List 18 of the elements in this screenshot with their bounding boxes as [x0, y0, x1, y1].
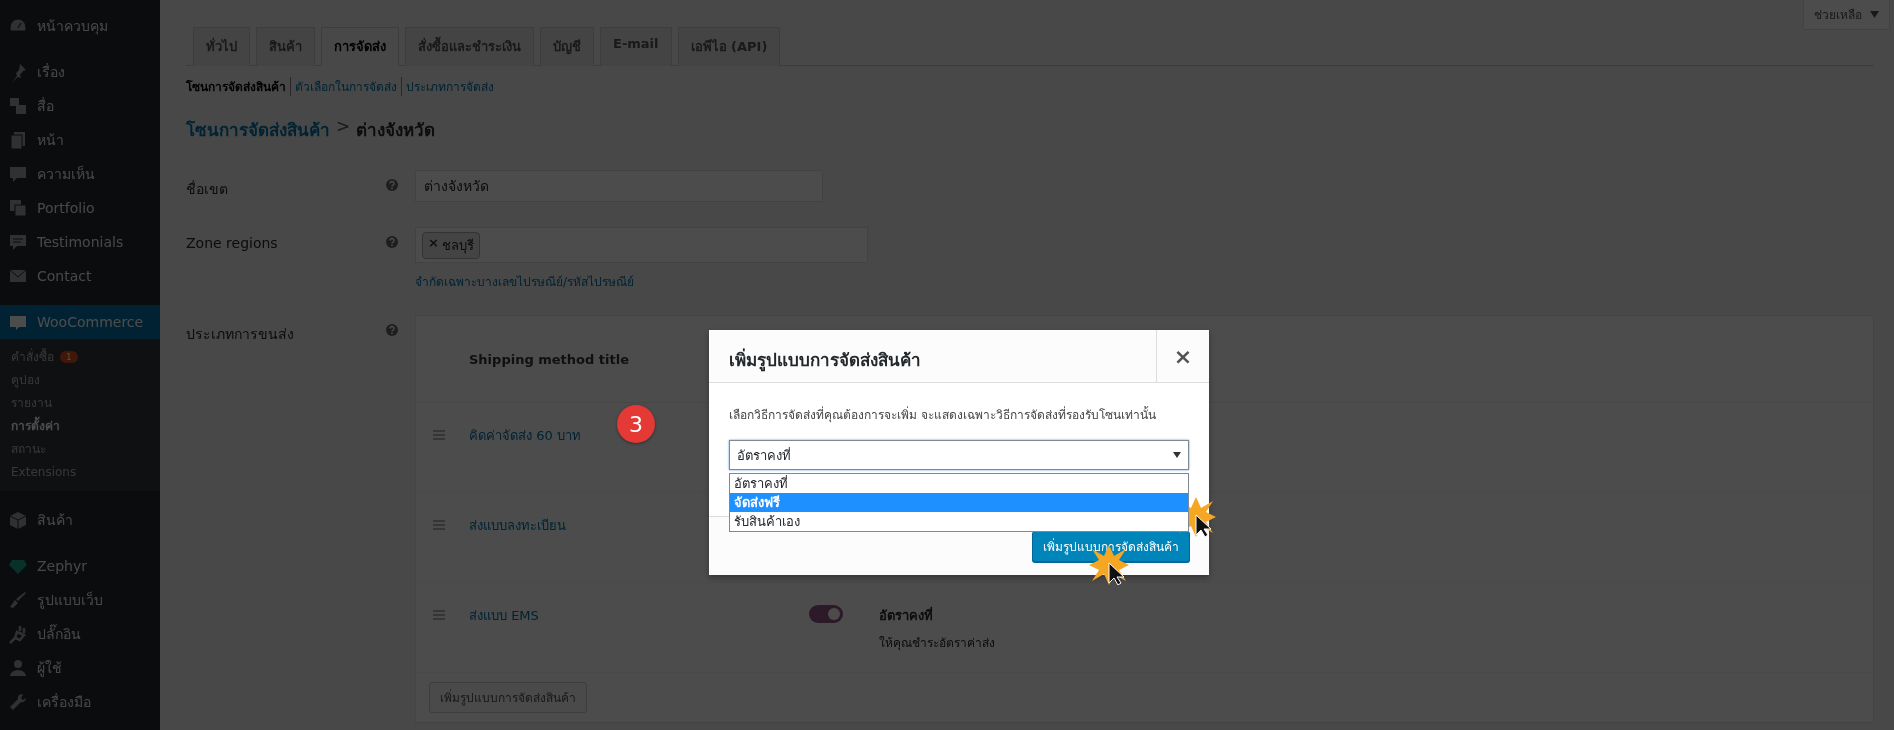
- modal-title: เพิ่มรูปแบบการจัดส่งสินค้า: [728, 347, 922, 374]
- method-name: อัตราคงที่: [879, 605, 934, 625]
- field-label: Zone regions: [186, 234, 279, 251]
- dropdown-option[interactable]: อัตราคงที่: [730, 474, 1188, 493]
- caret-icon: [1173, 452, 1181, 458]
- postcode-limit-link[interactable]: จำกัดเฉพาะบางเลขไปรษณีย์/รหัสไปรษณีย์: [415, 272, 635, 291]
- modal-description: เลือกวิธีการจัดส่งที่คุณต้องการจะเพิ่ม จะแสดงเฉพาะวิธีการจัดส่งที่รองรับโซนเท่านั้น: [729, 405, 1157, 424]
- field-label: ชื่อเขต: [186, 179, 229, 199]
- region-tag: ชลบุรี: [441, 234, 474, 256]
- breadcrumb-separator: >: [336, 116, 351, 138]
- method-description: ให้คุณชำระอัตราค่าส่ง: [879, 635, 996, 652]
- dropdown-option[interactable]: รับสินค้าเอง: [730, 512, 1188, 531]
- shipping-method-select[interactable]: อัตราคงที่: [729, 440, 1189, 470]
- column-header: Shipping method title: [469, 351, 629, 367]
- dropdown-option[interactable]: จัดส่งฟรี: [730, 493, 1188, 512]
- page-heading: ต่างจังหวัด: [356, 119, 436, 142]
- field-label: ประเภทการขนส่ง: [186, 325, 295, 344]
- close-button[interactable]: ×: [1156, 330, 1209, 382]
